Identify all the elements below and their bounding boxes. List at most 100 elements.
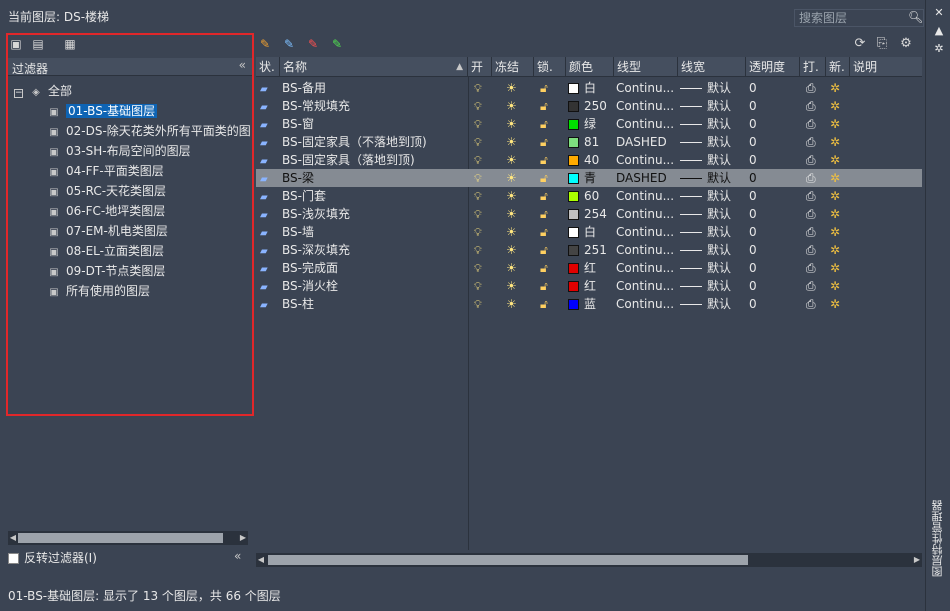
layer-color[interactable]: 青: [568, 169, 614, 187]
layer-name[interactable]: BS-固定家具（落地到顶): [282, 151, 466, 169]
sun-thawed-icon[interactable]: ☀: [506, 169, 526, 187]
layer-linetype[interactable]: DASHED: [616, 133, 678, 151]
new-vp-freeze-icon[interactable]: ✲: [830, 115, 848, 133]
col-status[interactable]: 状.: [256, 57, 280, 77]
lightbulb-on-icon[interactable]: 💡︎: [474, 277, 490, 295]
layer-lineweight[interactable]: 默认: [680, 169, 746, 187]
filter-tree-hscrollbar[interactable]: ◀ ▶: [8, 531, 248, 545]
new-vp-freeze-icon[interactable]: ✲: [830, 205, 848, 223]
layer-lineweight[interactable]: 默认: [680, 79, 746, 97]
layer-color[interactable]: 254: [568, 205, 614, 223]
new-layer-vp-frozen-icon[interactable]: ✎: [280, 36, 298, 52]
filter-root[interactable]: ◈ 全部: [28, 82, 72, 100]
layer-transparency[interactable]: 0: [749, 259, 799, 277]
properties-icon[interactable]: ✲: [932, 42, 946, 56]
layer-color[interactable]: 40: [568, 151, 614, 169]
collapse-icon[interactable]: ▲: [932, 24, 946, 38]
new-group-filter-icon[interactable]: ▤: [30, 36, 46, 52]
layer-row[interactable]: ▰ BS-固定家具（不落地到顶) 💡︎ ☀ 🔓︎ 81 DASHED 默认 0 ⎙ ✲: [256, 133, 922, 151]
layer-lineweight[interactable]: 默认: [680, 223, 746, 241]
lightbulb-on-icon[interactable]: 💡︎: [474, 133, 490, 151]
unlock-icon[interactable]: 🔓︎: [540, 205, 560, 223]
layer-row[interactable]: ▰ BS-浅灰填充 💡︎ ☀ 🔓︎ 254 Continu... 默认 0 ⎙ ✲: [256, 205, 922, 223]
unlock-icon[interactable]: 🔓︎: [540, 223, 560, 241]
lightbulb-on-icon[interactable]: 💡︎: [474, 115, 490, 133]
printer-icon[interactable]: ⎙: [806, 223, 824, 241]
layer-linetype[interactable]: Continu...: [616, 241, 678, 259]
layer-color[interactable]: 251: [568, 241, 614, 259]
filter-item[interactable]: ▣ 所有使用的图层: [46, 282, 150, 300]
col-newvp[interactable]: 新.: [826, 57, 850, 77]
col-freeze[interactable]: 冻结: [492, 57, 534, 77]
filter-item[interactable]: ▣ 09-DT-节点类图层: [46, 262, 165, 280]
new-vp-freeze-icon[interactable]: ✲: [830, 151, 848, 169]
grid-hscrollbar[interactable]: ◀ ▶: [256, 553, 922, 567]
unlock-icon[interactable]: 🔓︎: [540, 115, 560, 133]
new-vp-freeze-icon[interactable]: ✲: [830, 79, 848, 97]
sun-thawed-icon[interactable]: ☀: [506, 259, 526, 277]
printer-icon[interactable]: ⎙: [806, 277, 824, 295]
unlock-icon[interactable]: 🔓︎: [540, 97, 560, 115]
layer-name[interactable]: BS-门套: [282, 187, 466, 205]
col-linetype[interactable]: 线型: [614, 57, 678, 77]
filter-item[interactable]: ▣ 07-EM-机电类图层: [46, 222, 168, 240]
layer-lineweight[interactable]: 默认: [680, 151, 746, 169]
layer-row[interactable]: ▰ BS-备用 💡︎ ☀ 🔓︎ 白 Continu... 默认 0 ⎙ ✲: [256, 79, 922, 97]
printer-icon[interactable]: ⎙: [806, 259, 824, 277]
layer-lineweight[interactable]: 默认: [680, 241, 746, 259]
layer-row[interactable]: ▰ BS-墙 💡︎ ☀ 🔓︎ 白 Continu... 默认 0 ⎙ ✲: [256, 223, 922, 241]
layer-lineweight[interactable]: 默认: [680, 277, 746, 295]
lightbulb-on-icon[interactable]: 💡︎: [474, 151, 490, 169]
layer-transparency[interactable]: 0: [749, 277, 799, 295]
unlock-icon[interactable]: 🔓︎: [540, 133, 560, 151]
layer-linetype[interactable]: Continu...: [616, 115, 678, 133]
layer-name[interactable]: BS-常规填充: [282, 97, 466, 115]
layer-name[interactable]: BS-浅灰填充: [282, 205, 466, 223]
close-icon[interactable]: ✕: [932, 6, 946, 20]
layer-transparency[interactable]: 0: [749, 151, 799, 169]
layer-row[interactable]: ▰ BS-消火栓 💡︎ ☀ 🔓︎ 红 Continu... 默认 0 ⎙ ✲: [256, 277, 922, 295]
layer-color[interactable]: 红: [568, 259, 614, 277]
printer-icon[interactable]: ⎙: [806, 79, 824, 97]
new-vp-freeze-icon[interactable]: ✲: [830, 187, 848, 205]
layer-name[interactable]: BS-完成面: [282, 259, 466, 277]
layer-lineweight[interactable]: 默认: [680, 205, 746, 223]
layer-linetype[interactable]: DASHED: [616, 169, 678, 187]
new-vp-freeze-icon[interactable]: ✲: [830, 259, 848, 277]
filter-item[interactable]: ▣ 01-BS-基础图层: [46, 102, 158, 120]
delete-layer-icon[interactable]: ✎: [304, 36, 322, 52]
col-lineweight[interactable]: 线宽: [678, 57, 746, 77]
unlock-icon[interactable]: 🔓︎: [540, 151, 560, 169]
layer-name[interactable]: BS-梁: [282, 169, 466, 187]
layer-name[interactable]: BS-深灰填充: [282, 241, 466, 259]
layer-row[interactable]: ▰ BS-完成面 💡︎ ☀ 🔓︎ 红 Continu... 默认 0 ⎙ ✲: [256, 259, 922, 277]
sun-thawed-icon[interactable]: ☀: [506, 97, 526, 115]
layer-lineweight[interactable]: 默认: [680, 97, 746, 115]
col-on[interactable]: 开: [468, 57, 492, 77]
filter-item[interactable]: ▣ 05-RC-天花类图层: [46, 182, 166, 200]
collapse-filters-icon-bottom[interactable]: «: [234, 549, 241, 563]
scroll-right-icon[interactable]: ▶: [912, 553, 922, 567]
layer-color[interactable]: 红: [568, 277, 614, 295]
new-layer-icon[interactable]: ✎: [256, 36, 274, 52]
new-vp-freeze-icon[interactable]: ✲: [830, 295, 848, 313]
layer-name[interactable]: BS-窗: [282, 115, 466, 133]
layer-color[interactable]: 81: [568, 133, 614, 151]
layer-transparency[interactable]: 0: [749, 223, 799, 241]
layer-linetype[interactable]: Continu...: [616, 259, 678, 277]
col-lock[interactable]: 锁.: [534, 57, 566, 77]
lightbulb-on-icon[interactable]: 💡︎: [474, 241, 490, 259]
lightbulb-on-icon[interactable]: 💡︎: [474, 223, 490, 241]
filter-item[interactable]: ▣ 06-FC-地坪类图层: [46, 202, 165, 220]
new-property-filter-icon[interactable]: ▣: [8, 36, 24, 52]
sun-thawed-icon[interactable]: ☀: [506, 205, 526, 223]
printer-icon[interactable]: ⎙: [806, 133, 824, 151]
printer-icon[interactable]: ⎙: [806, 205, 824, 223]
layer-color[interactable]: 白: [568, 223, 614, 241]
layer-transparency[interactable]: 0: [749, 79, 799, 97]
lightbulb-on-icon[interactable]: 💡︎: [474, 187, 490, 205]
scroll-left-icon[interactable]: ◀: [8, 531, 18, 545]
lightbulb-on-icon[interactable]: 💡︎: [474, 259, 490, 277]
search-input[interactable]: 搜索图层: [794, 9, 924, 27]
layer-row[interactable]: ▰ BS-门套 💡︎ ☀ 🔓︎ 60 Continu... 默认 0 ⎙ ✲: [256, 187, 922, 205]
